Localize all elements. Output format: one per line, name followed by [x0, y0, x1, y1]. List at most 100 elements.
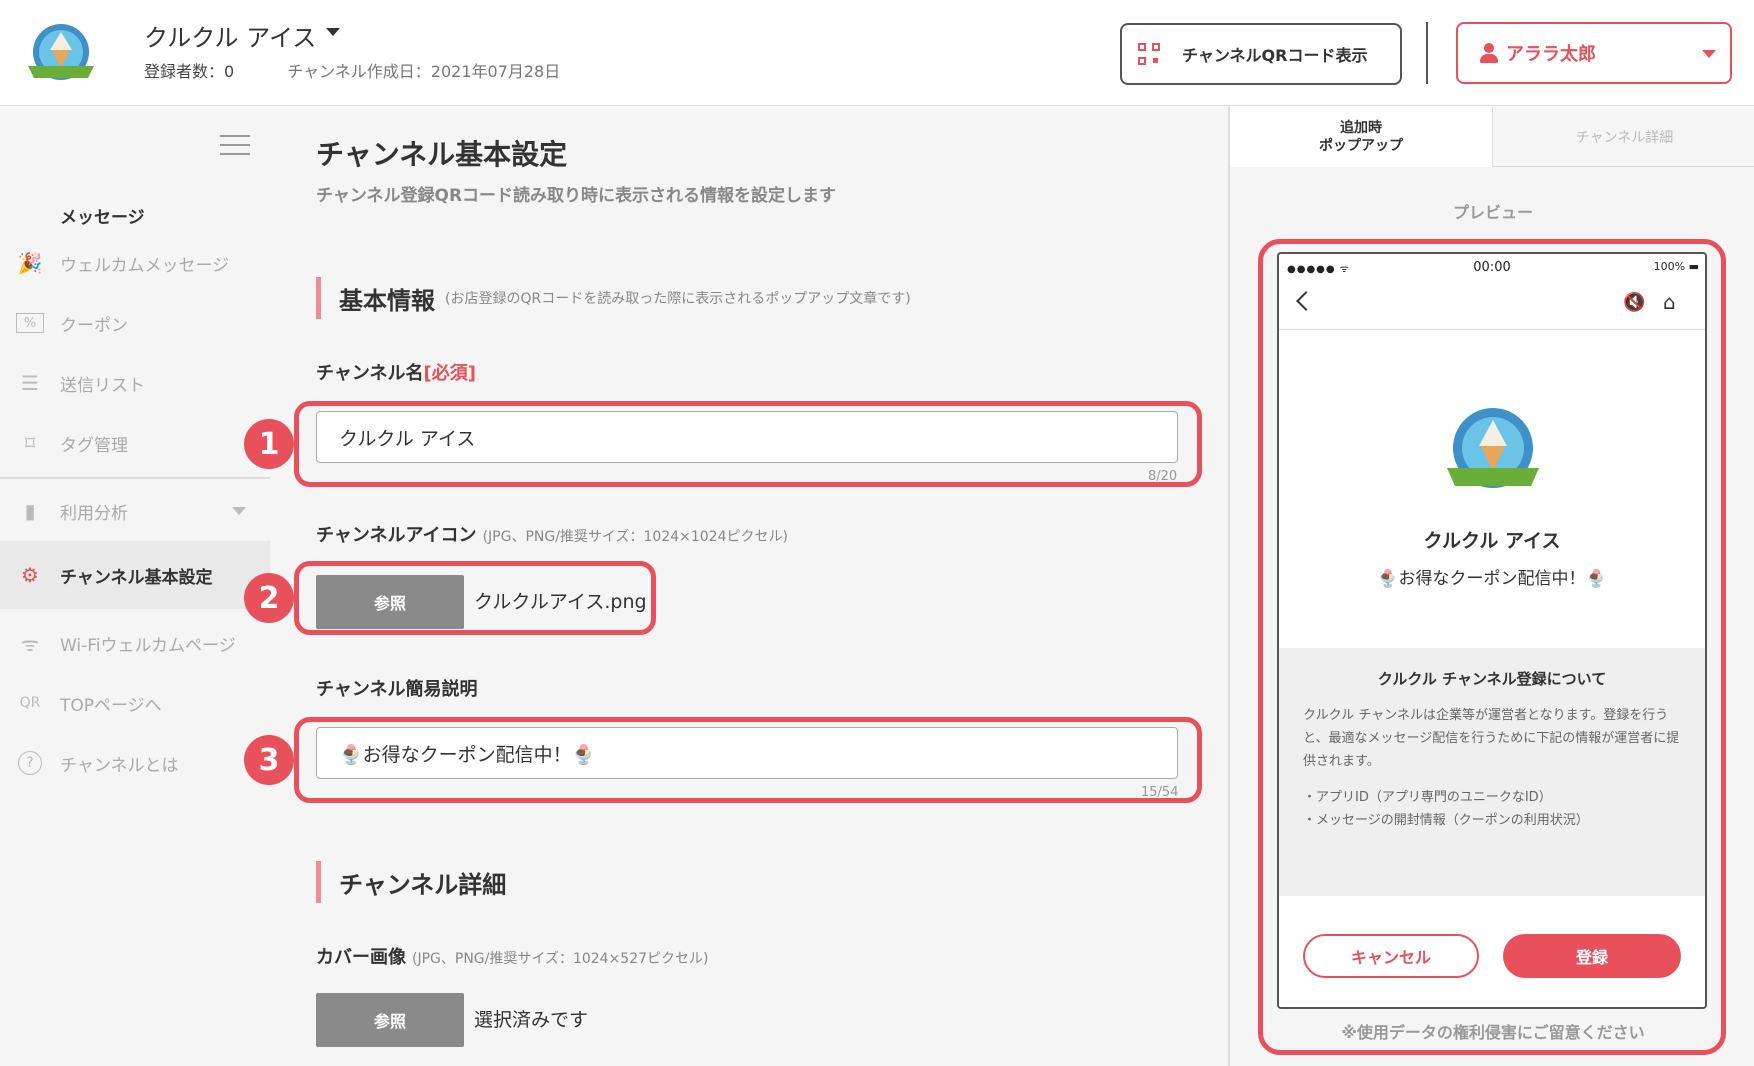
- section-note: (お店登録のQRコードを読み取った際に表示されるポップアップ文章です): [445, 291, 911, 307]
- name-char-counter: 8/20: [1148, 469, 1178, 484]
- desc-char-counter: 15/54: [1141, 785, 1179, 800]
- info-body: クルクル チャンネルは企業等が運営者となります。登録を行うと、最適なメッセージ配…: [1303, 708, 1680, 769]
- sidebar-item-analytics[interactable]: ▮ 利用分析: [0, 481, 270, 541]
- sidebar: メッセージ 🎉 ウェルカムメッセージ % クーポン ☰ 送信リスト ⌑ タグ管理…: [0, 107, 270, 1066]
- sidebar-item-label: ウェルカムメッセージ: [60, 255, 230, 276]
- label-text: チャンネル名: [316, 363, 424, 384]
- sidebar-item-top-page[interactable]: QR TOPページへ: [0, 673, 270, 733]
- channel-name-label: チャンネル名[必須]: [316, 359, 476, 385]
- required-mark: [必須]: [423, 363, 476, 384]
- bar-chart-icon: ▮: [24, 499, 36, 523]
- cover-browse-button[interactable]: 参照: [316, 993, 464, 1047]
- channel-logo: [28, 24, 94, 80]
- phone-preview: ●●●●● ᯤ 00:00 100% ▬ 🔇 ⌂ クルクル アイス 🍨お得なクー…: [1277, 252, 1707, 1009]
- section-title: チャンネル詳細: [339, 870, 507, 899]
- sidebar-item-tag[interactable]: ⌑ タグ管理: [0, 413, 270, 473]
- preview-channel-logo: [1447, 408, 1539, 488]
- tab-channel-detail[interactable]: チャンネル詳細: [1492, 107, 1754, 167]
- created-date: チャンネル作成日：2021年07月28日: [287, 62, 561, 81]
- battery-status: 100% ▬: [1653, 260, 1699, 273]
- help-icon: ?: [18, 751, 42, 775]
- mute-icon: 🔇: [1623, 292, 1646, 313]
- sidebar-item-label: TOPページへ: [60, 695, 162, 716]
- subscriber-count: 登録者数：0: [144, 62, 235, 81]
- tab-label-line: ポップアップ: [1319, 138, 1403, 154]
- step-badge-2: 2: [244, 573, 294, 623]
- section-basic-info: 基本情報 (お店登録のQRコードを読み取った際に表示されるポップアップ文章です): [316, 277, 911, 319]
- wifi-icon: ᯤ: [20, 631, 40, 656]
- chevron-down-icon: [232, 507, 246, 515]
- user-icon: [1478, 42, 1500, 64]
- status-time: 00:00: [1473, 260, 1511, 275]
- cover-file-name: 選択済みです: [474, 1009, 589, 1031]
- channel-desc-label: チャンネル簡易説明: [316, 679, 478, 700]
- label-text: チャンネルアイコン: [316, 525, 477, 546]
- sidebar-item-coupon[interactable]: % クーポン: [0, 293, 270, 353]
- qr-icon: QR: [19, 695, 41, 711]
- section-title: 基本情報: [339, 286, 435, 315]
- channel-desc-input[interactable]: 🍨お得なクーポン配信中！🍨: [316, 727, 1178, 779]
- channel-dropdown-icon[interactable]: [326, 28, 340, 36]
- sidebar-item-label: タグ管理: [60, 435, 128, 456]
- show-qr-label: チャンネルQRコード表示: [1182, 46, 1368, 65]
- channel-title[interactable]: クルクル アイス: [144, 18, 316, 53]
- menu-toggle-icon[interactable]: [220, 135, 250, 157]
- label-hint: (JPG、PNG/推奨サイズ：1024×1024ピクセル): [482, 529, 788, 545]
- sidebar-item-channel-settings[interactable]: ⚙ チャンネル基本設定: [0, 541, 270, 609]
- main-content: チャンネル基本設定 チャンネル登録QRコード読み取り時に表示される情報を設定しま…: [244, 107, 1228, 1066]
- preview-cancel-button[interactable]: キャンセル: [1303, 934, 1479, 978]
- label-text: カバー画像: [316, 947, 406, 968]
- icon-browse-button[interactable]: 参照: [316, 575, 464, 629]
- home-icon: ⌂: [1663, 290, 1676, 314]
- app-header: クルクル アイス 登録者数：0 チャンネル作成日：2021年07月28日 チャン…: [0, 0, 1754, 106]
- tag-icon: ⌑: [24, 431, 36, 455]
- sidebar-item-welcome-message[interactable]: 🎉 ウェルカムメッセージ: [0, 233, 270, 293]
- gear-icon: ⚙: [21, 563, 39, 587]
- section-channel-detail: チャンネル詳細: [316, 861, 506, 903]
- party-popper-icon: 🎉: [17, 251, 43, 275]
- label-hint: (JPG、PNG/推奨サイズ：1024×527ピクセル): [412, 951, 709, 967]
- info-bullet: ・アプリID（アプリ専門のユニークなID）: [1303, 790, 1552, 805]
- sidebar-item-label: Wi-Fiウェルカムページ: [60, 635, 236, 656]
- cover-image-label: カバー画像 (JPG、PNG/推奨サイズ：1024×527ピクセル): [316, 943, 709, 969]
- user-dropdown-icon: [1702, 50, 1716, 58]
- step-badge-3: 3: [244, 735, 294, 785]
- sidebar-item-about[interactable]: ? チャンネルとは: [0, 733, 270, 793]
- icon-file-name: クルクルアイス.png: [474, 591, 647, 613]
- step-badge-1: 1: [244, 419, 294, 469]
- preview-register-button[interactable]: 登録: [1503, 934, 1681, 978]
- preview-panel: 追加時 ポップアップ チャンネル詳細 プレビュー ●●●●● ᯤ 00:00 1…: [1228, 107, 1754, 1066]
- sidebar-section-message: メッセージ: [60, 208, 145, 228]
- phone-nav-bar: 🔇 ⌂: [1279, 280, 1705, 330]
- show-qr-button[interactable]: チャンネルQRコード表示: [1120, 23, 1402, 85]
- sidebar-item-label: チャンネルとは: [60, 755, 179, 776]
- back-icon: [1296, 291, 1316, 311]
- coupon-icon: %: [16, 313, 44, 333]
- info-bullet: ・メッセージの開封情報（クーポンの利用状況）: [1303, 813, 1589, 828]
- copyright-note: ※使用データの権利侵害にご留意ください: [1341, 1023, 1645, 1042]
- preview-info-box: クルクル チャンネル登録について クルクル チャンネルは企業等が運営者となります…: [1279, 648, 1705, 896]
- user-name: アララ太郎: [1506, 44, 1596, 65]
- header-divider: [1426, 22, 1428, 84]
- info-title: クルクル チャンネル登録について: [1377, 670, 1607, 688]
- sidebar-divider: [0, 477, 270, 479]
- info-bullets: ・アプリID（アプリ専門のユニークなID） ・メッセージの開封情報（クーポンの利…: [1303, 786, 1685, 832]
- qr-code-icon: [1138, 43, 1160, 65]
- page-title: チャンネル基本設定: [316, 138, 568, 171]
- tab-add-popup[interactable]: 追加時 ポップアップ: [1230, 107, 1492, 167]
- battery-level: 100%: [1653, 260, 1686, 273]
- page-subtitle: チャンネル登録QRコード読み取り時に表示される情報を設定します: [316, 186, 837, 206]
- sidebar-item-wifi-welcome[interactable]: ᯤ Wi-Fiウェルカムページ: [0, 613, 270, 673]
- status-bar: ●●●●● ᯤ 00:00 100% ▬: [1279, 254, 1705, 280]
- tab-label-line: 追加時: [1340, 119, 1382, 136]
- preview-channel-desc: 🍨お得なクーポン配信中！🍨: [1377, 569, 1607, 589]
- user-menu-button[interactable]: アララ太郎: [1456, 22, 1732, 84]
- sidebar-item-label: チャンネル基本設定: [60, 567, 213, 588]
- sidebar-item-send-list[interactable]: ☰ 送信リスト: [0, 353, 270, 413]
- sidebar-item-label: 送信リスト: [60, 375, 145, 396]
- channel-name-input[interactable]: クルクル アイス: [316, 411, 1178, 463]
- sidebar-item-label: 利用分析: [60, 503, 128, 524]
- channel-icon-label: チャンネルアイコン (JPG、PNG/推奨サイズ：1024×1024ピクセル): [316, 521, 788, 547]
- preview-label: プレビュー: [1452, 203, 1533, 222]
- channel-meta: 登録者数：0 チャンネル作成日：2021年07月28日: [144, 58, 560, 82]
